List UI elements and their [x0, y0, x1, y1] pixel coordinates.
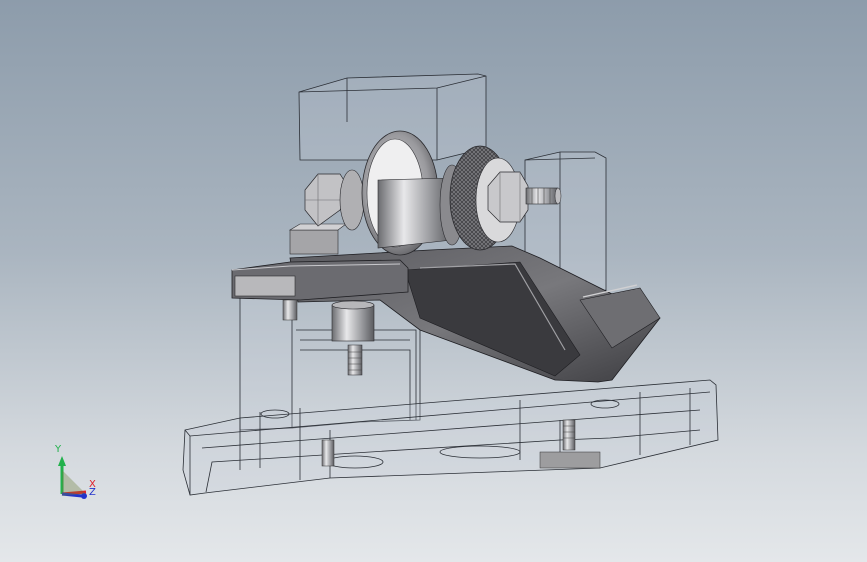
- triad-x-label: X: [89, 479, 96, 490]
- standoff-cylinder[interactable]: [331, 300, 375, 376]
- orientation-triad: Y Z X: [54, 444, 96, 499]
- triad-y-label: Y: [54, 444, 62, 455]
- cad-viewport[interactable]: Y Z X: [0, 0, 867, 562]
